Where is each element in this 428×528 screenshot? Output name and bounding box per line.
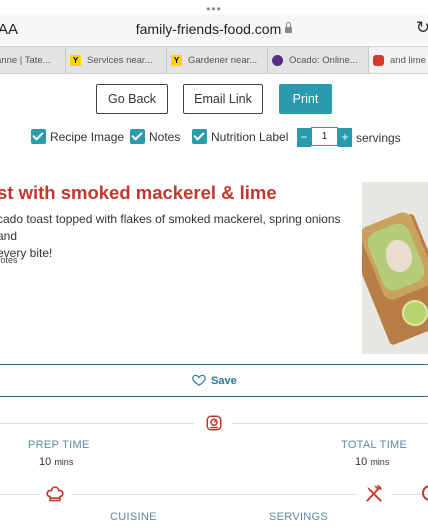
prep-time-unit: mins [54,457,74,467]
tab-label: anne | Tate... [0,54,51,66]
address-bar: AA family-friends-food.com ↻ [0,14,428,44]
recipe-image-label: Recipe Image [50,130,125,144]
chef-hat-icon [46,486,64,502]
recipe-description: cado toast topped with flakes of smoked … [0,211,352,262]
calories-icon [422,485,428,501]
notes-label: Notes [149,130,181,144]
cuisine-label: CUISINE [110,511,157,523]
tab-label: Gardener near... [188,54,258,66]
email-link-button[interactable]: Email Link [183,84,263,114]
tab-gardener[interactable]: Y Gardener near... [167,47,268,73]
go-back-button[interactable]: Go Back [96,84,168,114]
fork-knife-icon [366,484,382,502]
heart-icon [192,374,206,386]
total-time-unit: mins [370,457,390,467]
timer-icon [206,415,222,431]
total-time-number: 10 [355,456,368,468]
lock-icon [285,22,293,33]
nutrition-label-label: Nutrition Label [211,130,289,144]
prep-time-number: 10 [39,456,52,468]
divider [72,494,357,495]
divider [0,494,40,495]
recipe-description-line: cado toast topped with flakes of smoked … [0,212,341,243]
url-field[interactable]: family-friends-food.com [0,21,428,37]
browser-tabs: anne | Tate... Y Services near... Y Garden… [0,46,428,74]
yellow-pages-icon: Y [70,54,81,66]
servings-label: servings [356,131,401,145]
window-dots: ••• [206,2,222,16]
print-button[interactable]: Print [279,84,332,114]
site-favicon-icon [373,54,384,66]
divider [232,423,428,424]
tab-label: and lime | [390,54,428,66]
nutrition-label-checkbox[interactable] [192,129,207,144]
tab-label: Ocado: Online... [289,54,358,66]
servings-input[interactable]: 1 [311,127,338,146]
servings-increase-button[interactable]: + [338,128,352,147]
url-text: family-friends-food.com [135,21,282,37]
divider [0,423,194,424]
lime-shape [402,300,428,326]
total-time-value: 10 mins [355,456,389,468]
tab-label: Services near... [87,54,153,66]
servings-meta-label: SERVINGS [269,511,329,523]
prep-time-label: PREP TIME [28,439,90,451]
rating-votes: votes [0,255,18,265]
tab-services[interactable]: Y Services near... [66,47,167,73]
tab-ocado[interactable]: Ocado: Online... [268,47,369,73]
notes-checkbox[interactable] [130,129,145,144]
ocado-icon [272,54,283,66]
total-time-label: TOTAL TIME [341,439,408,451]
tab-recipe[interactable]: and lime | [369,47,428,73]
recipe-image [362,182,428,354]
recipe-title: st with smoked mackerel & lime [0,182,277,203]
reload-icon[interactable]: ↻ [416,18,428,38]
servings-decrease-button[interactable]: − [297,128,311,147]
tab-tate[interactable]: anne | Tate... [0,47,66,73]
recipe-image-checkbox[interactable] [31,129,46,144]
mackerel-shape [386,240,412,272]
prep-time-value: 10 mins [39,456,73,468]
save-label: Save [211,375,237,387]
yellow-pages-icon: Y [171,54,182,66]
